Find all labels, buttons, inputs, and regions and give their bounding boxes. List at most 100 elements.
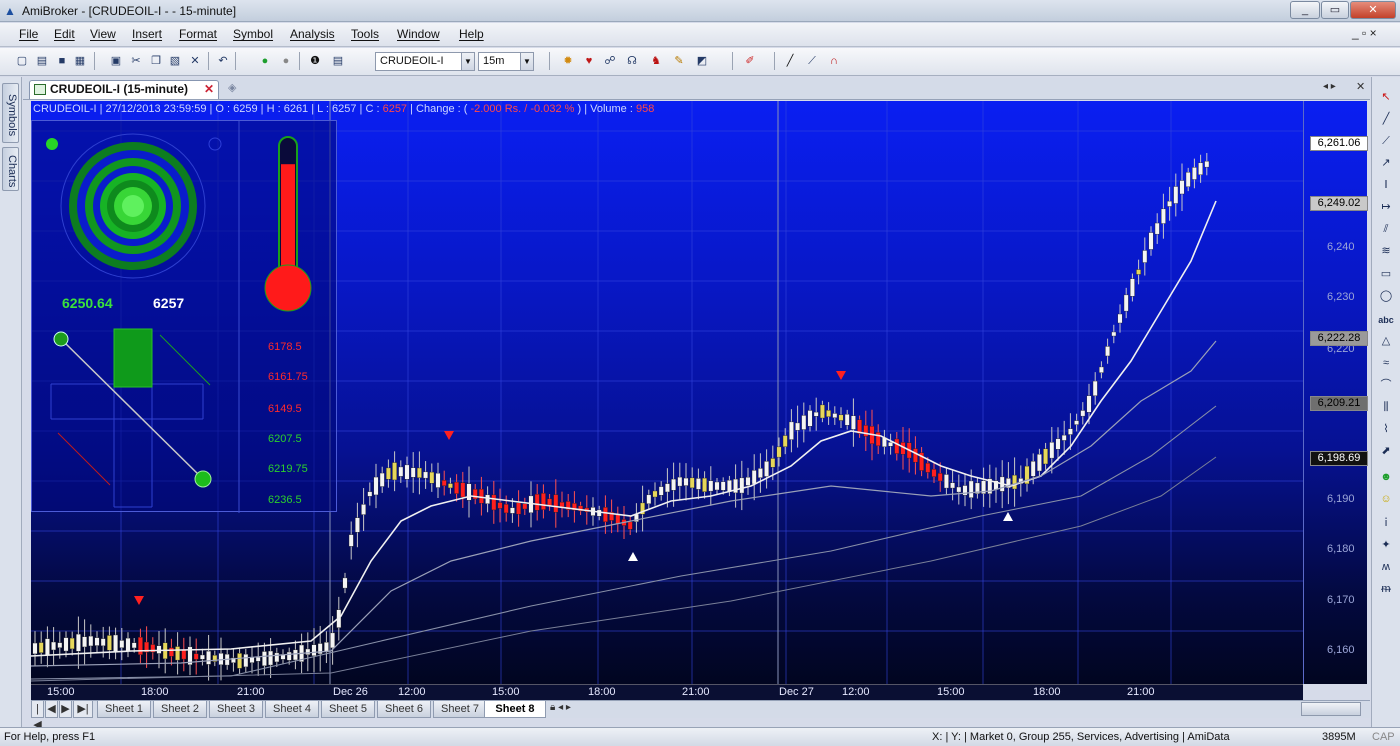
menu-symbol[interactable]: Symbol <box>233 27 273 41</box>
vertical-line-icon[interactable]: Ⅰ <box>1378 177 1394 193</box>
sheet-tab-5[interactable]: Sheet 5 <box>321 701 375 718</box>
next-sheet-button[interactable]: ▶ <box>59 701 72 718</box>
symbol-combo[interactable]: CRUDEOIL-I ▼ <box>375 52 475 71</box>
sell-icon[interactable]: ☺ <box>1378 491 1394 507</box>
pointer-icon[interactable]: ↖ <box>1378 89 1394 105</box>
color-icon[interactable]: ✐ <box>742 53 758 69</box>
tab-scroll-icon[interactable]: ◈ <box>228 81 236 94</box>
candle-body <box>1080 410 1086 417</box>
status-dot-green <box>46 138 58 150</box>
arrow-icon[interactable]: ⬈ <box>1378 443 1394 459</box>
trend-end-dot <box>194 470 212 488</box>
text-icon[interactable]: abc <box>1378 312 1394 328</box>
new-icon[interactable]: ▢ <box>14 53 30 69</box>
y-tick: 6,240 <box>1327 241 1355 253</box>
stop-icon[interactable]: ● <box>278 53 294 69</box>
interval-combo[interactable]: 15m ▼ <box>478 52 534 71</box>
print-icon[interactable]: ▣ <box>108 53 124 69</box>
first-sheet-button[interactable]: |◀ <box>31 701 44 731</box>
maximize-button[interactable]: ▭ <box>1321 1 1349 19</box>
menu-format[interactable]: Format <box>179 27 217 41</box>
candle-body <box>1111 331 1117 337</box>
magnet-icon[interactable]: ∩ <box>826 53 842 69</box>
extended-line-icon[interactable]: ↗ <box>1378 155 1394 171</box>
wave-icon[interactable]: ʍ <box>1378 559 1394 575</box>
menu-window[interactable]: Window <box>397 27 440 41</box>
close-tab-icon[interactable]: ✕ <box>204 81 214 98</box>
log-scale-icon[interactable]: ☊ <box>624 53 640 69</box>
tab-nav-icon[interactable]: ◂ ▸ <box>1323 81 1336 92</box>
minimize-button[interactable]: _ <box>1290 1 1320 19</box>
save-all-icon[interactable]: ▦ <box>72 53 88 69</box>
fibonacci-icon[interactable]: ≋ <box>1378 243 1394 259</box>
horizontal-line-icon[interactable]: ↦ <box>1378 199 1394 215</box>
open-icon[interactable]: ▤ <box>34 53 50 69</box>
buy-signal-arrow <box>1003 512 1013 521</box>
gann-icon[interactable]: ⫼ <box>1378 399 1394 415</box>
info-tool-icon[interactable]: ⅰ <box>1378 515 1394 531</box>
sheet-lock-icon[interactable]: 🔒︎ ◂ ▸ <box>550 702 571 713</box>
charts-tab[interactable]: Charts <box>2 147 19 191</box>
menu-view[interactable]: View <box>90 27 116 41</box>
draw-icon[interactable]: ✎ <box>671 53 687 69</box>
line-tool-icon[interactable]: ╱ <box>782 53 798 69</box>
close-button[interactable]: ✕ <box>1350 1 1396 19</box>
settings-tool-icon[interactable]: ✦ <box>1378 537 1394 553</box>
price-axis[interactable]: 6,240 6,230 6,220 6,190 6,180 6,170 6,16… <box>1303 101 1368 684</box>
sheet-tab-2[interactable]: Sheet 2 <box>153 701 207 718</box>
rectangle-icon[interactable]: ▭ <box>1378 266 1394 282</box>
line-chart-icon[interactable]: ☍ <box>602 53 618 69</box>
cut-icon[interactable]: ✂ <box>128 53 144 69</box>
undo-icon[interactable]: ↶ <box>215 53 231 69</box>
menu-help[interactable]: Help <box>459 27 484 41</box>
zigzag-icon[interactable]: ≈ <box>1378 355 1394 371</box>
mdi-controls[interactable]: _ ▫ × <box>1352 26 1377 40</box>
candle-body <box>801 415 807 430</box>
sheet-tab-4[interactable]: Sheet 4 <box>265 701 319 718</box>
menu-edit[interactable]: Edit <box>54 27 75 41</box>
ellipse-icon[interactable]: ◯ <box>1378 288 1394 304</box>
marker-icon[interactable]: ᵯ <box>1378 581 1394 597</box>
prev-sheet-button[interactable]: ◀ <box>45 701 58 718</box>
trendline-icon[interactable]: ╱ <box>1378 111 1394 127</box>
arc-icon[interactable]: ⌒ <box>1378 377 1394 393</box>
paste-icon[interactable]: ▧ <box>167 53 183 69</box>
save-icon[interactable]: ■ <box>54 53 70 69</box>
sheet-tab-6[interactable]: Sheet 6 <box>377 701 431 718</box>
candle-body <box>708 480 714 492</box>
buy-icon[interactable]: ☻ <box>1378 469 1394 485</box>
candle-body <box>106 635 112 651</box>
properties-icon[interactable]: ▤ <box>330 53 346 69</box>
parallel-lines-icon[interactable]: ⫽ <box>1378 221 1394 237</box>
level-5: 6219.75 <box>268 463 308 475</box>
ray-tool-icon[interactable]: ⟋ <box>804 53 820 69</box>
delete-icon[interactable]: ✕ <box>187 53 203 69</box>
chart-document-tab[interactable]: CRUDEOIL-I (15-minute) ✕ <box>29 80 219 99</box>
candle-body <box>820 404 825 419</box>
menu-file[interactable]: File <box>19 27 38 41</box>
info-icon[interactable]: ❶ <box>307 53 323 69</box>
bar-chart-icon[interactable]: ♥ <box>581 53 597 69</box>
time-axis[interactable]: 15:00 18:00 21:00 Dec 26 12:00 15:00 18:… <box>31 684 1303 700</box>
candle-body <box>956 486 962 493</box>
ray-icon[interactable]: ⟋ <box>1378 133 1394 149</box>
copy-icon[interactable]: ❐ <box>148 53 164 69</box>
sheet-tab-3[interactable]: Sheet 3 <box>209 701 263 718</box>
zoom-icon[interactable]: ♞ <box>648 53 664 69</box>
menu-analysis[interactable]: Analysis <box>290 27 335 41</box>
candle-icon[interactable]: ✹ <box>560 53 576 69</box>
sheet-tab-7[interactable]: Sheet 7 <box>433 701 487 718</box>
refresh-icon[interactable]: ● <box>257 53 273 69</box>
cycles-icon[interactable]: ⌇ <box>1378 421 1394 437</box>
sheet-tab-8-active[interactable]: Sheet 8 <box>484 701 546 718</box>
triangle-icon[interactable]: △ <box>1378 333 1394 349</box>
candle-body <box>702 477 708 492</box>
sheet-tab-1[interactable]: Sheet 1 <box>97 701 151 718</box>
last-sheet-button[interactable]: ▶| <box>73 701 93 718</box>
tab-close-all-icon[interactable]: ✕ <box>1356 80 1365 93</box>
menu-insert[interactable]: Insert <box>132 27 162 41</box>
layout-icon[interactable]: ◩ <box>694 53 710 69</box>
horizontal-scrollbar[interactable] <box>1301 702 1361 716</box>
symbols-tab[interactable]: Symbols <box>2 83 19 143</box>
menu-tools[interactable]: Tools <box>351 27 379 41</box>
